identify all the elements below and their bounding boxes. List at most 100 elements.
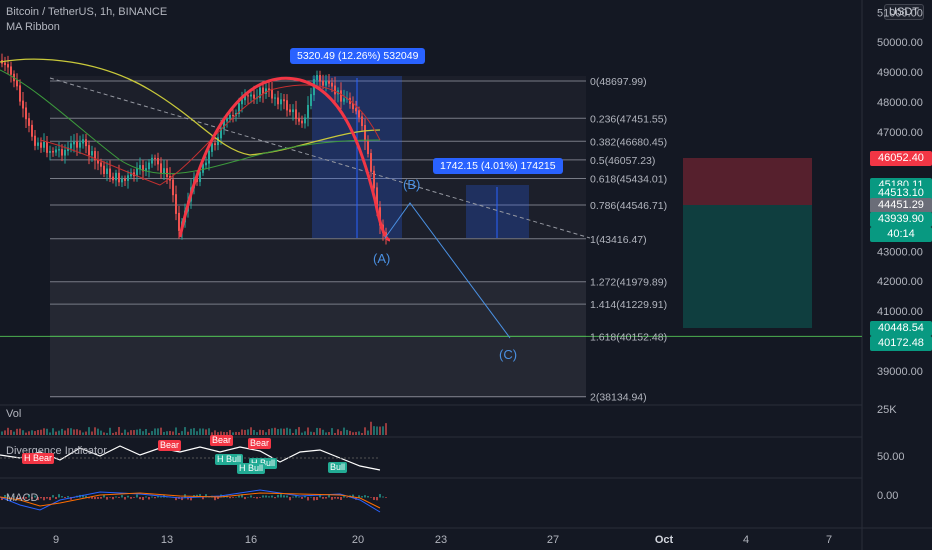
volume-bar [67,428,69,435]
volume-bar [34,431,36,435]
volume-bar [289,428,291,435]
candle-body [55,149,57,153]
candle-body [367,140,369,155]
y-axis-tick: 48000.00 [877,97,923,109]
volume-bar [16,428,18,435]
volume-bar [316,427,318,435]
volume-bar [19,428,21,435]
macd-bar [67,496,69,498]
candle-body [82,139,84,144]
macd-bar [259,497,261,498]
volume-bar [37,430,39,435]
macd-bar [61,496,63,498]
candle-body [115,172,117,181]
macd-pane-label: MACD [6,492,39,504]
candle-body [22,100,24,109]
candle-body [232,114,234,117]
candle-body [208,150,210,164]
candle-body [16,80,18,87]
macd-bar [358,495,360,498]
main-chart[interactable]: 51000.00 50000.00 49000.00 48000.00 47000.00… [0,0,932,550]
macd-bar [106,497,108,500]
candle-body [52,151,54,153]
candle-body [31,124,33,137]
macd-bar [292,496,294,498]
volume-bar [367,430,369,435]
macd-bar [361,496,363,498]
candle-body [319,75,321,82]
x-axis-tick: 27 [547,534,559,546]
macd-bar [52,495,54,498]
macd-bar [310,496,312,498]
macd-bar [385,497,387,498]
fib-level-label: 1(43416.47) [590,234,647,246]
volume-bar [298,427,300,435]
wave-label-b: (B) [403,177,421,192]
candle-body [100,162,102,167]
candle-body [310,94,312,106]
macd-bar [151,496,153,498]
volume-bar [31,430,33,435]
candle-body [214,143,216,146]
macd-bar [325,497,327,499]
macd-bar [43,497,45,501]
candle-body [331,82,333,87]
y-axis-tick: 47000.00 [877,127,923,139]
volume-bar [187,431,189,435]
candle-body [253,94,255,99]
candle-body [205,162,207,166]
volume-bar [13,431,15,435]
target-zone [683,205,812,328]
candle-body [289,109,291,113]
fib-level-label: 2(38134.94) [590,392,647,404]
volume-bar [148,432,150,435]
macd-bar [49,497,51,501]
macd-bar [40,497,42,499]
macd-bar [91,497,93,499]
macd-bar [334,497,336,499]
macd-bar [136,494,138,498]
macd-bar [64,497,66,498]
candle-body [109,168,111,178]
volume-bar [70,428,72,435]
y-axis-tick: 51000.00 [877,7,923,19]
candle-body [364,125,366,142]
volume-bar [250,427,252,435]
candle-body [136,168,138,177]
candle-body [103,165,105,174]
price-badge: 40:14 [870,227,932,242]
fib-level-label: 1.272(41979.89) [590,277,667,289]
divergence-tag: Bear [248,438,272,449]
volume-bar [28,431,30,435]
stop-zone [683,158,812,205]
fib-level-label: 0.382(46680.45) [590,136,667,148]
volume-bar [43,428,45,435]
volume-bar [235,431,237,435]
x-axis-tick: 13 [161,534,173,546]
macd-bar [313,497,315,501]
candle-body [7,64,9,68]
candle-body [343,98,345,102]
volume-bar [355,431,357,435]
volume-bar [169,430,171,435]
macd-bar [277,494,279,498]
macd-bar [130,497,132,499]
volume-bar [319,428,321,435]
macd-bar [124,497,126,500]
volume-bar [376,426,378,435]
volume-bar [103,432,105,435]
macd-bar [118,497,120,498]
volume-bar [358,431,360,435]
volume-bar [259,429,261,435]
candle-body [37,142,39,146]
wave-label-c: (C) [499,347,518,362]
macd-bar [289,497,291,501]
volume-bar [343,427,345,435]
volume-bar [382,426,384,435]
price-badge: 43939.90 [870,212,932,227]
volume-bar [181,431,183,435]
volume-bar [25,432,27,435]
volume-bar [49,432,51,435]
volume-bar [202,428,204,435]
volume-bar [313,432,315,435]
